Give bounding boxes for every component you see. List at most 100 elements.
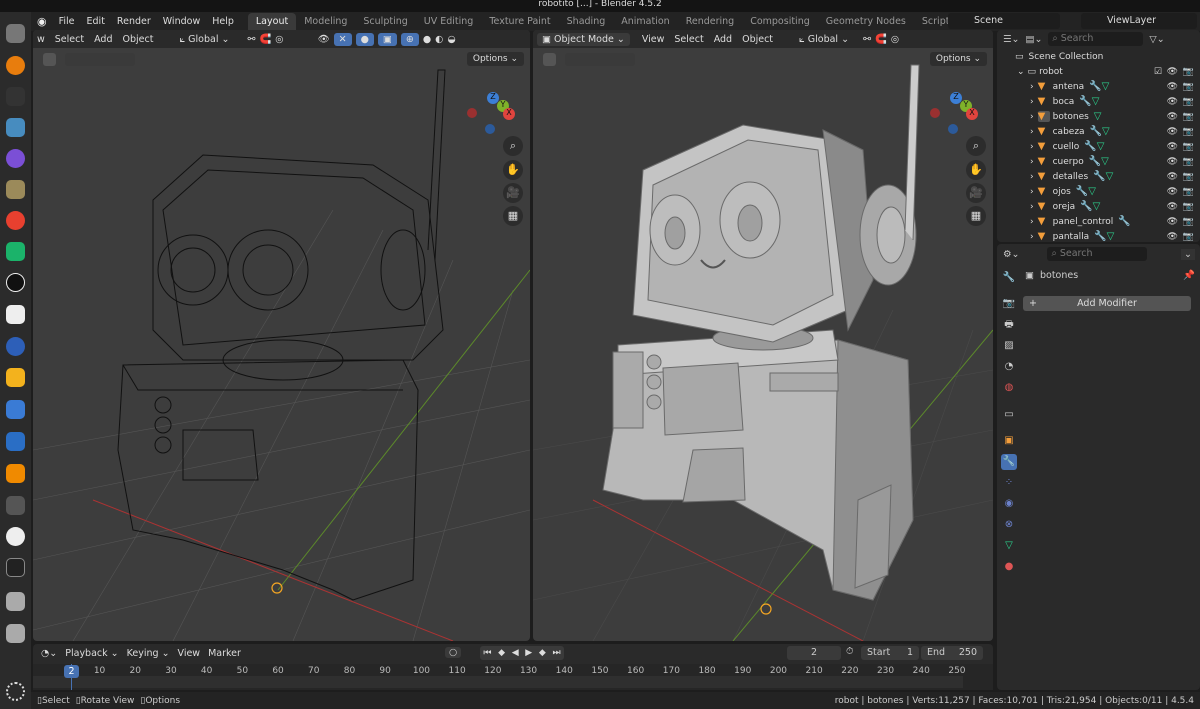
eye-icon[interactable]: 👁 [1167,202,1178,212]
outliner-item[interactable]: › ▼ botones ▽ 👁 📷 [997,109,1200,124]
menu-file[interactable]: File [53,12,81,31]
outliner-item[interactable]: › ▼ oreja 🔧 ▽ 👁 📷 [997,199,1200,214]
expand-icon[interactable]: › [1030,202,1034,212]
collection-row-robot[interactable]: ⌄ ▭ robot ☑ 👁 📷 [997,64,1200,79]
inkscape-icon[interactable] [6,87,25,106]
tab-animation[interactable]: Animation [613,13,677,30]
zoom-icon[interactable]: ⌕ [503,136,523,156]
constraints-tab-icon[interactable]: ⊗ [1001,517,1017,533]
timeline-track[interactable]: 2 10 20 30 40 50 60 70 80 90 100 110 120 130 140 150 16… [33,664,993,690]
display-mode-icon[interactable]: ▤⌄ [1025,34,1042,45]
expand-icon[interactable]: › [1030,157,1034,167]
menu-view[interactable]: View [178,648,201,659]
play-reverse-icon[interactable]: ◀ [512,646,519,660]
eye-icon[interactable]: 👁 [1167,112,1178,122]
app-icon[interactable] [6,149,25,168]
app-icon[interactable] [6,211,25,230]
world-tab-icon[interactable]: ◍ [1001,380,1017,396]
tab-shading[interactable]: Shading [559,13,614,30]
headphones-app-icon[interactable] [6,242,25,261]
mesh-data-icon[interactable]: ▽ [1107,231,1115,242]
scene-selector[interactable]: Scene [948,13,1060,29]
tool-tab-icon[interactable]: 🔧 [1001,270,1017,286]
tab-modeling[interactable]: Modeling [296,13,355,30]
mesh-data-icon[interactable]: ▽ [1102,126,1110,137]
expand-icon[interactable]: › [1030,82,1034,92]
outliner-item[interactable]: › ▼ cuello 🔧 ▽ 👁 📷 [997,139,1200,154]
pan-hand-icon[interactable]: ✋ [966,160,986,180]
gizmo-x[interactable]: X [966,108,978,120]
wrench-modifier-icon[interactable]: 🔧 [1089,81,1101,92]
menu-window[interactable]: Window [157,12,206,31]
wrench-modifier-icon[interactable]: 🔧 [1089,156,1101,167]
show-apps-icon[interactable] [6,682,25,701]
play-icon[interactable]: ▶ [525,646,532,660]
terminal-icon[interactable] [6,558,25,577]
jump-start-icon[interactable]: ⏮ [483,646,491,660]
app-icon[interactable] [6,273,25,292]
camera-icon[interactable]: 📷 [1183,232,1194,242]
app-icon[interactable] [6,496,25,515]
render-tab-icon[interactable]: 📷 [1001,296,1017,312]
menu-keying[interactable]: Keying ⌄ [127,648,170,659]
wrench-modifier-icon[interactable]: 🔧 [1076,186,1088,197]
wrench-modifier-icon[interactable]: 🔧 [1118,216,1130,227]
tab-sculpting[interactable]: Sculpting [355,13,415,30]
current-frame-field[interactable]: 2 [787,646,841,660]
gizmo-x[interactable]: X [503,108,515,120]
view-layer-selector[interactable]: ViewLayer [1081,13,1197,29]
outliner-item[interactable]: › ▼ pantalla 🔧 ▽ 👁 📷 [997,229,1200,244]
wrench-modifier-icon[interactable]: 🔧 [1094,231,1106,242]
mesh-data-icon[interactable]: ▽ [1092,96,1100,107]
expand-icon[interactable]: › [1030,112,1034,122]
pan-hand-icon[interactable]: ✋ [503,160,523,180]
camera-icon[interactable]: 📷 [1183,142,1194,152]
particles-tab-icon[interactable]: ⁘ [1001,475,1017,491]
view-layer-tab-icon[interactable]: ▨ [1001,338,1017,354]
gimp-icon[interactable] [6,180,25,199]
start-frame-field[interactable]: Start 1 [861,646,919,660]
object-tab-icon[interactable]: ▣ [1001,433,1017,449]
vlc-icon[interactable] [6,464,25,483]
camera-icon[interactable]: 📷 [1183,187,1194,197]
camera-icon[interactable]: 📷 [1183,217,1194,227]
expand-icon[interactable]: › [1030,127,1034,137]
left-viewport-wireframe[interactable]: w Select Add Object ⟀ Global ⌄ ⚯ 🧲 ◎ 👁 ✕… [33,30,530,641]
outliner-item[interactable]: › ▼ antena 🔧 ▽ 👁 📷 [997,79,1200,94]
navigation-gizmo[interactable]: Z Y X [928,92,978,142]
gizmo-neg-x[interactable] [467,108,477,118]
menu-playback[interactable]: Playback ⌄ [65,648,118,659]
filter-icon[interactable]: ▽⌄ [1149,34,1164,45]
scene-collection-row[interactable]: ▭ Scene Collection [997,49,1200,64]
camera-icon[interactable]: 📷 [1183,97,1194,107]
navigation-gizmo[interactable]: Z Y X [465,92,515,142]
exclude-checkbox[interactable]: ☑ [1154,67,1162,77]
pin-icon[interactable]: 📌 [1183,270,1195,281]
camera-icon[interactable]: 📷 [1183,172,1194,182]
properties-search-input[interactable]: ⌕ Search [1047,247,1148,261]
gizmo-neg-z[interactable] [485,124,495,134]
next-keyframe-icon[interactable]: ◆ [539,646,546,660]
menu-help[interactable]: Help [206,12,240,31]
outliner-item[interactable]: › ▼ detalles 🔧 ▽ 👁 📷 [997,169,1200,184]
playhead[interactable]: 2 [64,665,79,678]
perspective-grid-icon[interactable]: ▦ [966,206,986,226]
jump-end-icon[interactable]: ⏭ [552,646,560,660]
menu-edit[interactable]: Edit [81,12,111,31]
stopwatch-icon[interactable]: ⏱ [846,646,853,657]
wrench-modifier-icon[interactable]: 🔧 [1093,171,1105,182]
camera-icon[interactable]: 📷 [1183,127,1194,137]
mesh-data-icon[interactable]: ▽ [1097,141,1105,152]
editor-type-icon[interactable]: ⚙⌄ [1003,249,1019,260]
add-modifier-button[interactable]: + Add Modifier [1023,296,1191,311]
app-icon[interactable] [6,624,25,643]
camera-icon[interactable]: 📷 [1183,157,1194,167]
menu-render[interactable]: Render [111,12,157,31]
monitor-app-icon[interactable] [6,432,25,451]
editor-type-icon[interactable]: ◔⌄ [41,648,57,659]
mesh-data-icon[interactable]: ▽ [1093,201,1101,212]
camera-view-icon[interactable]: 🎥 [966,183,986,203]
expand-icon[interactable]: › [1030,172,1034,182]
app-icon[interactable] [6,400,25,419]
tab-texture-paint[interactable]: Texture Paint [481,13,558,30]
